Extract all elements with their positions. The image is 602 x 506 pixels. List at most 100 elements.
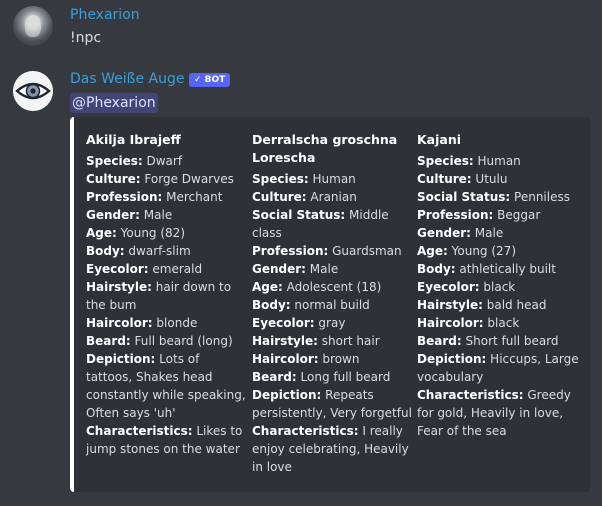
- npc-field: Eyecolor: gray: [252, 314, 414, 332]
- npc-field: Beard: Short full beard: [417, 332, 579, 350]
- field-label: Culture:: [252, 190, 307, 204]
- field-value: emerald: [148, 262, 203, 276]
- npc-field: Gender: Male: [252, 260, 414, 278]
- npc-field: Characteristics: I really enjoy celebrat…: [252, 422, 414, 476]
- field-value: Male: [305, 262, 339, 276]
- npc-field: Haircolor: blonde: [86, 314, 248, 332]
- username[interactable]: Phexarion: [70, 7, 140, 23]
- npc-field: Culture: Forge Dwarves: [86, 170, 248, 188]
- field-label: Social Status:: [417, 190, 511, 204]
- npc-column: Akilja Ibrajeff Species: Dwarf Culture: F…: [86, 131, 248, 458]
- npc-field: Characteristics: Likes to jump stones on…: [86, 422, 248, 458]
- field-label: Eyecolor:: [417, 280, 480, 294]
- field-value: Utulu: [471, 172, 508, 186]
- field-label: Gender:: [252, 262, 306, 276]
- npc-field: Haircolor: black: [417, 314, 579, 332]
- npc-field: Gender: Male: [417, 224, 579, 242]
- field-value: Guardsman: [328, 244, 402, 258]
- field-label: Haircolor:: [86, 316, 153, 330]
- field-label: Profession:: [252, 244, 329, 258]
- field-label: Characteristics:: [86, 424, 193, 438]
- field-value: Beggar: [493, 208, 541, 222]
- user-avatar-icon[interactable]: [13, 6, 53, 46]
- npc-fields: Species: Dwarf Culture: Forge Dwarves Prof…: [86, 152, 248, 458]
- npc-field: Profession: Beggar: [417, 206, 579, 224]
- field-label: Depiction:: [417, 352, 487, 366]
- field-value: normal build: [290, 298, 370, 312]
- field-label: Culture:: [86, 172, 141, 186]
- npc-field: Profession: Guardsman: [252, 242, 414, 260]
- npc-field: Hairstyle: short hair: [252, 332, 414, 350]
- field-label: Species:: [417, 154, 474, 168]
- message-content: !npc: [70, 30, 102, 46]
- npc-field: Species: Dwarf: [86, 152, 248, 170]
- field-label: Age:: [86, 226, 117, 240]
- npc-embed: Akilja Ibrajeff Species: Dwarf Culture: F…: [70, 117, 590, 492]
- npc-field: Eyecolor: black: [417, 278, 579, 296]
- field-value: Young (82): [116, 226, 185, 240]
- field-value: black: [479, 280, 516, 294]
- eye-avatar-icon[interactable]: [13, 71, 53, 111]
- npc-column: Derralscha groschna Lorescha Species: Hu…: [252, 131, 414, 476]
- field-label: Depiction:: [86, 352, 156, 366]
- field-label: Characteristics:: [417, 388, 524, 402]
- npc-fields: Species: Human Culture: Utulu Social Statu…: [417, 152, 579, 440]
- field-label: Social Status:: [252, 208, 346, 222]
- npc-field: Age: Young (27): [417, 242, 579, 260]
- field-label: Beard:: [86, 334, 131, 348]
- field-label: Beard:: [252, 370, 297, 384]
- field-label: Species:: [86, 154, 143, 168]
- field-label: Culture:: [417, 172, 472, 186]
- field-value: Forge Dwarves: [140, 172, 234, 186]
- npc-name: Derralscha groschna Lorescha: [252, 132, 398, 165]
- bot-tag-label: ✓ BOT: [194, 75, 226, 85]
- npc-field: Hairstyle: bald head: [417, 296, 579, 314]
- field-value: Merchant: [162, 190, 223, 204]
- field-value: blonde: [152, 316, 198, 330]
- field-value: Short full beard: [461, 334, 559, 348]
- field-value: black: [483, 316, 520, 330]
- bot-username[interactable]: Das Weiße Auge: [70, 71, 184, 87]
- field-value: Male: [470, 226, 504, 240]
- field-label: Gender:: [86, 208, 140, 222]
- field-value: Full beard (long): [130, 334, 233, 348]
- field-value: dwarf-slim: [124, 244, 191, 258]
- field-value: Aranian: [306, 190, 357, 204]
- npc-field: Social Status: Middle class: [252, 206, 414, 242]
- field-label: Species:: [252, 172, 309, 186]
- field-label: Eyecolor:: [252, 316, 315, 330]
- field-label: Profession:: [86, 190, 163, 204]
- field-value: Dwarf: [142, 154, 183, 168]
- field-label: Body:: [252, 298, 291, 312]
- field-label: Profession:: [417, 208, 494, 222]
- npc-field: Haircolor: brown: [252, 350, 414, 368]
- field-label: Eyecolor:: [86, 262, 149, 276]
- field-value: Penniless: [510, 190, 570, 204]
- field-value: Long full beard: [296, 370, 391, 384]
- bot-tag: ✓ BOT: [189, 73, 231, 87]
- npc-field: Depiction: Lots of tattoos, Shakes head …: [86, 350, 248, 422]
- npc-field: Hairstyle: hair down to the bum: [86, 278, 248, 314]
- npc-fields: Species: Human Culture: Aranian Social Sta…: [252, 170, 414, 476]
- field-label: Body:: [417, 262, 456, 276]
- field-value: bald head: [482, 298, 547, 312]
- npc-field: Body: athletically built: [417, 260, 579, 278]
- npc-field: Eyecolor: emerald: [86, 260, 248, 278]
- field-value: Human: [473, 154, 521, 168]
- npc-field: Body: normal build: [252, 296, 414, 314]
- field-label: Depiction:: [252, 388, 322, 402]
- field-label: Gender:: [417, 226, 471, 240]
- npc-name: Akilja Ibrajeff: [86, 132, 181, 147]
- field-label: Age:: [417, 244, 448, 258]
- mention[interactable]: @Phexarion: [70, 93, 158, 113]
- field-value: short hair: [317, 334, 380, 348]
- field-value: gray: [314, 316, 346, 330]
- field-label: Body:: [86, 244, 125, 258]
- npc-field: Age: Young (82): [86, 224, 248, 242]
- field-label: Haircolor:: [417, 316, 484, 330]
- npc-field: Depiction: Hiccups, Large vocabulary: [417, 350, 579, 386]
- npc-field: Characteristics: Greedy for gold, Heavil…: [417, 386, 579, 440]
- field-value: Male: [139, 208, 173, 222]
- npc-field: Culture: Aranian: [252, 188, 414, 206]
- npc-field: Beard: Long full beard: [252, 368, 414, 386]
